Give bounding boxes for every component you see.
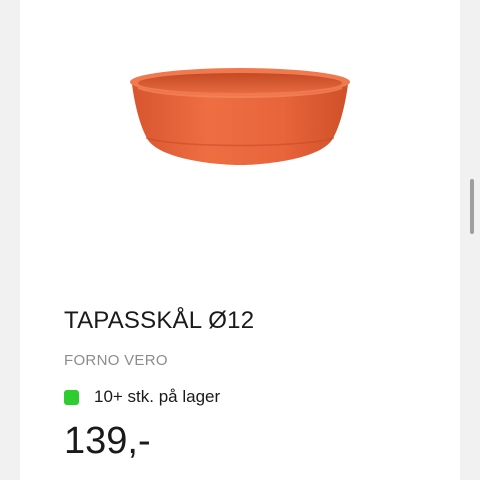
product-card[interactable]: TAPASSKÅL Ø12 FORNO VERO 10+ stk. på lag…	[20, 0, 460, 480]
product-page: TAPASSKÅL Ø12 FORNO VERO 10+ stk. på lag…	[0, 0, 480, 480]
product-image[interactable]	[128, 62, 352, 166]
stock-status: 10+ stk. på lager	[64, 387, 220, 407]
scrollbar-thumb[interactable]	[470, 179, 474, 234]
stock-text: 10+ stk. på lager	[94, 387, 221, 406]
bowl-inner	[138, 73, 342, 93]
product-brand[interactable]: FORNO VERO	[64, 352, 168, 369]
product-price: 139,-	[64, 420, 151, 462]
in-stock-indicator	[64, 389, 79, 405]
page-left-margin	[0, 0, 20, 480]
product-title[interactable]: TAPASSKÅL Ø12	[64, 307, 254, 335]
page-right-margin	[460, 0, 480, 480]
